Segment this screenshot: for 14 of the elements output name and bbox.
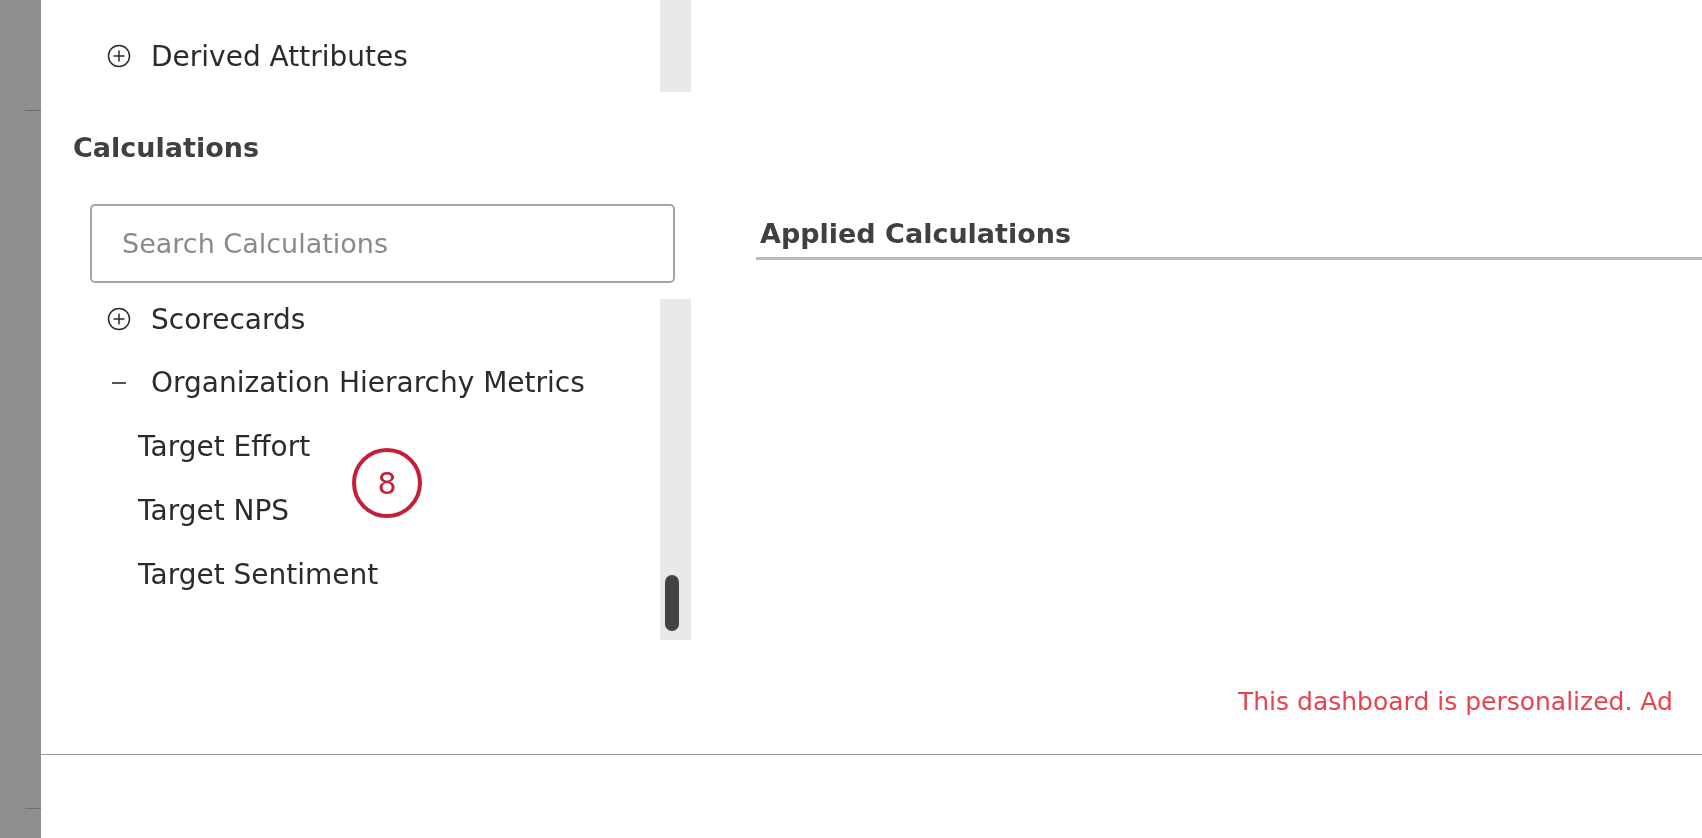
- section-header: Applied Calculations: [756, 218, 1702, 260]
- tree-item[interactable]: Target NPS: [138, 493, 290, 527]
- warning-message: This dashboard is personalized. Ad: [1238, 686, 1673, 716]
- step-callout: 8: [352, 448, 422, 518]
- section-title: Calculations: [73, 131, 259, 163]
- expand-icon[interactable]: [107, 44, 131, 68]
- scrollbar-thumb[interactable]: [665, 575, 679, 631]
- search-field[interactable]: Search Calculations: [90, 204, 675, 283]
- tree-item[interactable]: Target Effort: [138, 430, 311, 463]
- expand-icon[interactable]: [107, 307, 131, 331]
- tree-item[interactable]: Scorecards: [151, 302, 306, 336]
- tree-item[interactable]: Derived Attributes: [151, 39, 408, 73]
- tree-item[interactable]: Organization Hierarchy Metrics: [151, 366, 585, 400]
- tree-item[interactable]: Target Sentiment: [138, 557, 379, 591]
